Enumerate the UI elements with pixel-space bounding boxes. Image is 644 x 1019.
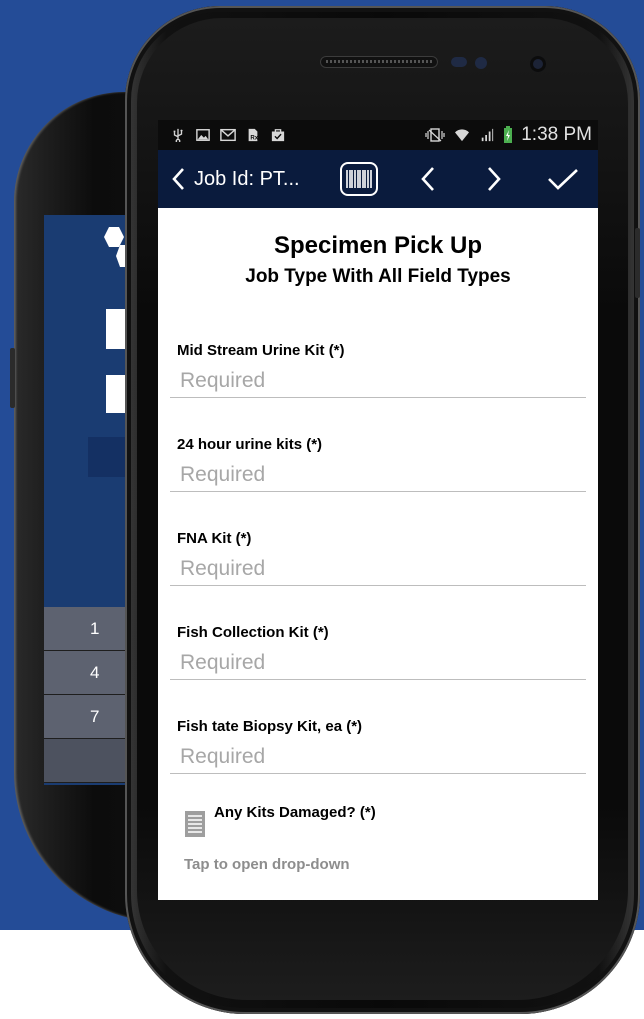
- field-fish-tate-biopsy-kit: Fish tate Biopsy Kit, ea (*): [170, 718, 586, 774]
- svg-text:Rx: Rx: [250, 134, 258, 141]
- field-label: 24 hour urine kits (*): [177, 436, 323, 453]
- barcode-icon: [346, 170, 372, 188]
- light-sensor: [475, 57, 487, 69]
- next-chevron-icon[interactable]: [482, 162, 506, 196]
- field-label: Mid Stream Urine Kit (*): [177, 342, 345, 359]
- dropdown-hint[interactable]: Tap to open drop-down: [170, 856, 586, 873]
- field-24-hour-urine-kits: 24 hour urine kits (*): [170, 436, 586, 492]
- barcode-scan-button[interactable]: [340, 162, 378, 196]
- clock: 1:38 PM: [521, 124, 592, 145]
- logo-hex-icon: [104, 227, 124, 247]
- field-input[interactable]: [170, 641, 586, 680]
- dropdown-label: Any Kits Damaged? (*): [214, 804, 376, 821]
- gmail-icon: [220, 128, 236, 142]
- field-input[interactable]: [170, 547, 586, 586]
- proximity-sensor: [451, 57, 467, 67]
- volume-button: [635, 228, 640, 298]
- dropdown-kits-damaged[interactable]: Any Kits Damaged? (*): [170, 804, 586, 838]
- back-chevron-icon[interactable]: [168, 165, 192, 193]
- wifi-icon: [455, 129, 470, 142]
- list-icon: [185, 811, 205, 837]
- prescription-icon: Rx: [248, 128, 259, 141]
- field-input[interactable]: [170, 359, 586, 398]
- signal-icon: [481, 128, 494, 142]
- field-input[interactable]: [170, 453, 586, 492]
- vibrate-icon: [425, 128, 445, 142]
- field-mid-stream-urine-kit: Mid Stream Urine Kit (*): [170, 342, 586, 398]
- form-content: Specimen Pick Up Job Type With All Field…: [158, 232, 598, 873]
- checkmark-icon[interactable]: [546, 162, 580, 196]
- earpiece-speaker: [320, 56, 438, 68]
- field-fish-collection-kit: Fish Collection Kit (*): [170, 624, 586, 680]
- briefcase-check-icon: [271, 129, 285, 142]
- action-bar: Job Id: PT...: [158, 150, 598, 208]
- status-bar: Rx 1:38 PM: [158, 120, 598, 150]
- field-input[interactable]: [170, 735, 586, 774]
- front-camera: [530, 56, 546, 72]
- form-title: Specimen Pick Up: [273, 232, 483, 259]
- field-label: FNA Kit (*): [177, 530, 252, 547]
- power-button: [10, 348, 15, 408]
- job-id-title[interactable]: Job Id: PT...: [194, 168, 300, 191]
- previous-chevron-icon[interactable]: [416, 162, 440, 196]
- field-label: Fish tate Biopsy Kit, ea (*): [177, 718, 363, 735]
- image-icon: [196, 129, 210, 141]
- form-subtitle: Job Type With All Field Types: [245, 266, 511, 287]
- usb-icon: [173, 128, 183, 142]
- battery-charging-icon: [504, 126, 513, 143]
- field-label: Fish Collection Kit (*): [177, 624, 329, 641]
- field-fna-kit: FNA Kit (*): [170, 530, 586, 586]
- phone-screen: Rx 1:38 PM Job Id: PT... Specimen Pick U…: [158, 120, 598, 900]
